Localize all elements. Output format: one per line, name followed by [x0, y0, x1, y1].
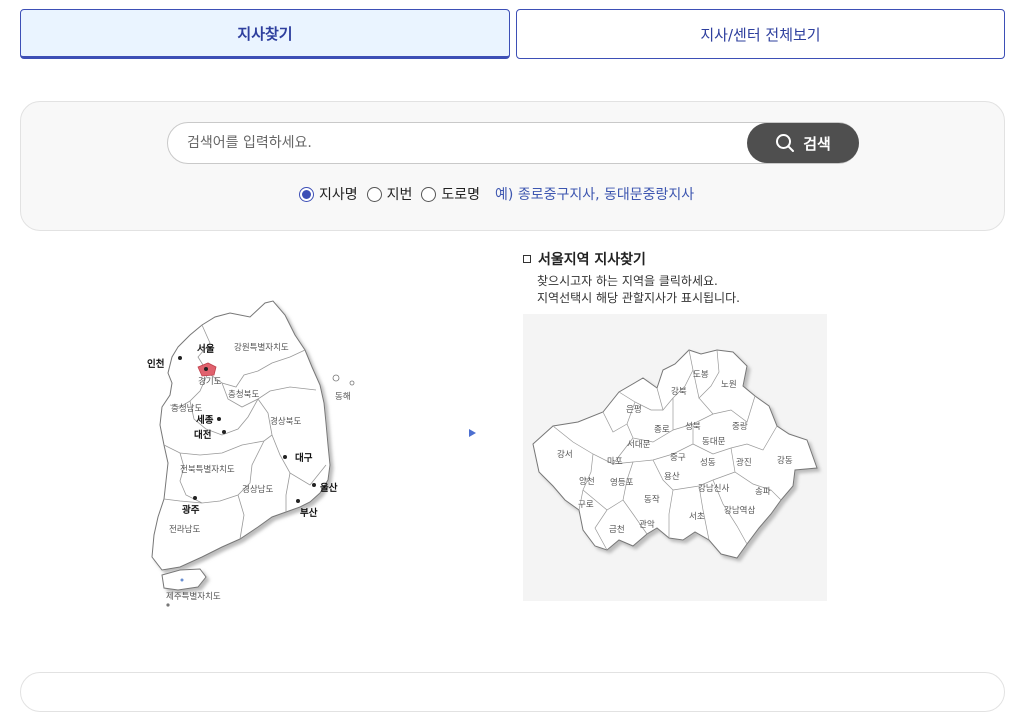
seoul-district[interactable]: 노원: [721, 380, 737, 390]
region-jeju[interactable]: 제주특별자치도: [166, 591, 221, 602]
seoul-district[interactable]: 강서: [557, 449, 573, 460]
region-gyeonggi[interactable]: 경기도: [198, 376, 222, 387]
search-example: 예) 종로중구지사, 동대문중랑지사: [495, 187, 695, 203]
region-jeonnam[interactable]: 전라남도: [169, 524, 200, 535]
search-panel: 검색 지사명 지번 도로명 예) 종로중구지사, 동대문중랑지사: [20, 101, 1005, 231]
seoul-desc-line1: 찾으시고자 하는 지역을 클릭하세요.: [537, 274, 718, 288]
seoul-district[interactable]: 도봉: [693, 370, 709, 380]
search-button-label: 검색: [803, 134, 831, 153]
radio-dot[interactable]: [421, 186, 437, 202]
search-icon: [776, 134, 795, 152]
seoul-district[interactable]: 강남신사: [698, 483, 729, 494]
search-button[interactable]: 검색: [747, 123, 859, 163]
radio-road-name[interactable]: 도로명: [421, 184, 480, 204]
radio-lot-number[interactable]: 지번: [366, 184, 413, 204]
seoul-district[interactable]: 금천: [609, 524, 625, 535]
city-daegu[interactable]: 대구: [295, 452, 313, 464]
seoul-district[interactable]: 성북: [685, 422, 701, 432]
tab-view-all[interactable]: 지사/센터 전체보기: [516, 9, 1005, 59]
seoul-title-text: 서울지역 지사찾기: [538, 252, 646, 268]
seoul-district[interactable]: 은평: [626, 404, 642, 415]
tab-find-branch-label: 지사찾기: [237, 24, 293, 43]
radio-dot[interactable]: [299, 186, 314, 202]
region-chungnam[interactable]: 충청남도: [171, 404, 202, 414]
seoul-district[interactable]: 강북: [671, 386, 687, 397]
seoul-district[interactable]: 동대문: [702, 437, 726, 447]
arrow-right-icon: [469, 429, 476, 437]
tab-view-all-label: 지사/센터 전체보기: [700, 25, 821, 44]
region-gangwon[interactable]: 강원특별자치도: [234, 342, 289, 353]
seoul-district[interactable]: 관악: [639, 519, 655, 530]
radio-dot[interactable]: [366, 186, 382, 202]
seoul-desc-line2: 지역선택시 해당 관할지사가 표시됩니다.: [537, 291, 740, 305]
radio-label: 지사명: [319, 187, 358, 203]
city-ulsan[interactable]: 울산: [320, 482, 338, 494]
sea-label: 동해: [335, 392, 351, 402]
seoul-district[interactable]: 광진: [736, 457, 752, 468]
seoul-district[interactable]: 성동: [700, 458, 716, 468]
radio-branch-name[interactable]: 지사명: [299, 184, 358, 204]
seoul-district[interactable]: 강남역삼: [724, 505, 755, 516]
korea-map[interactable]: 강원특별자치도 경기도 충청북도 충청남도 경상북도 전북특별자치도 경상남도 …: [140, 295, 370, 610]
seoul-district[interactable]: 종로: [654, 425, 670, 435]
bullet-square-icon: [523, 255, 531, 263]
seoul-district[interactable]: 구로: [578, 500, 594, 510]
seoul-district[interactable]: 강동: [777, 455, 793, 466]
region-gyeongnam[interactable]: 경상남도: [242, 484, 273, 495]
region-gyeongbuk[interactable]: 경상북도: [270, 416, 301, 427]
seoul-district[interactable]: 용산: [664, 471, 680, 482]
region-chungbuk[interactable]: 충청북도: [228, 390, 259, 400]
search-type-radios: 지사명 지번 도로명 예) 종로중구지사, 동대문중랑지사: [299, 184, 694, 204]
region-jeonbuk[interactable]: 전북특별자치도: [180, 464, 235, 475]
seoul-district[interactable]: 양천: [579, 476, 595, 487]
seoul-district[interactable]: 중구: [670, 453, 686, 463]
seoul-district[interactable]: 동작: [644, 494, 660, 505]
seoul-panel-title: 서울지역 지사찾기: [523, 249, 646, 269]
bottom-panel: [20, 672, 1005, 712]
seoul-district[interactable]: 중랑: [732, 421, 748, 432]
city-incheon[interactable]: 인천: [147, 359, 164, 370]
city-daejeon[interactable]: 대전: [194, 429, 211, 441]
city-gwangju[interactable]: 광주: [182, 504, 200, 516]
seoul-map-panel: 도봉 노원 강북 은평 성북 중랑 종로 동대문 서대문 강서 마포 중구 성동…: [523, 314, 827, 601]
jeju-island[interactable]: [161, 568, 207, 591]
radio-label: 도로명: [441, 187, 481, 203]
radio-label: 지번: [386, 187, 413, 203]
seoul-district[interactable]: 서대문: [627, 440, 651, 450]
city-seoul[interactable]: 서울: [197, 343, 215, 355]
tab-find-branch[interactable]: 지사찾기: [20, 9, 510, 59]
seoul-map[interactable]: 도봉 노원 강북 은평 성북 중랑 종로 동대문 서대문 강서 마포 중구 성동…: [523, 314, 827, 601]
seoul-panel-desc: 찾으시고자 하는 지역을 클릭하세요. 지역선택시 해당 관할지사가 표시됩니다…: [537, 273, 740, 307]
seoul-district[interactable]: 영등포: [610, 477, 634, 488]
seoul-district[interactable]: 마포: [607, 457, 623, 467]
city-busan[interactable]: 부산: [300, 507, 318, 519]
seoul-district[interactable]: 송파: [755, 487, 771, 497]
seoul-district[interactable]: 서초: [689, 512, 705, 522]
city-sejong[interactable]: 세종: [196, 414, 214, 426]
